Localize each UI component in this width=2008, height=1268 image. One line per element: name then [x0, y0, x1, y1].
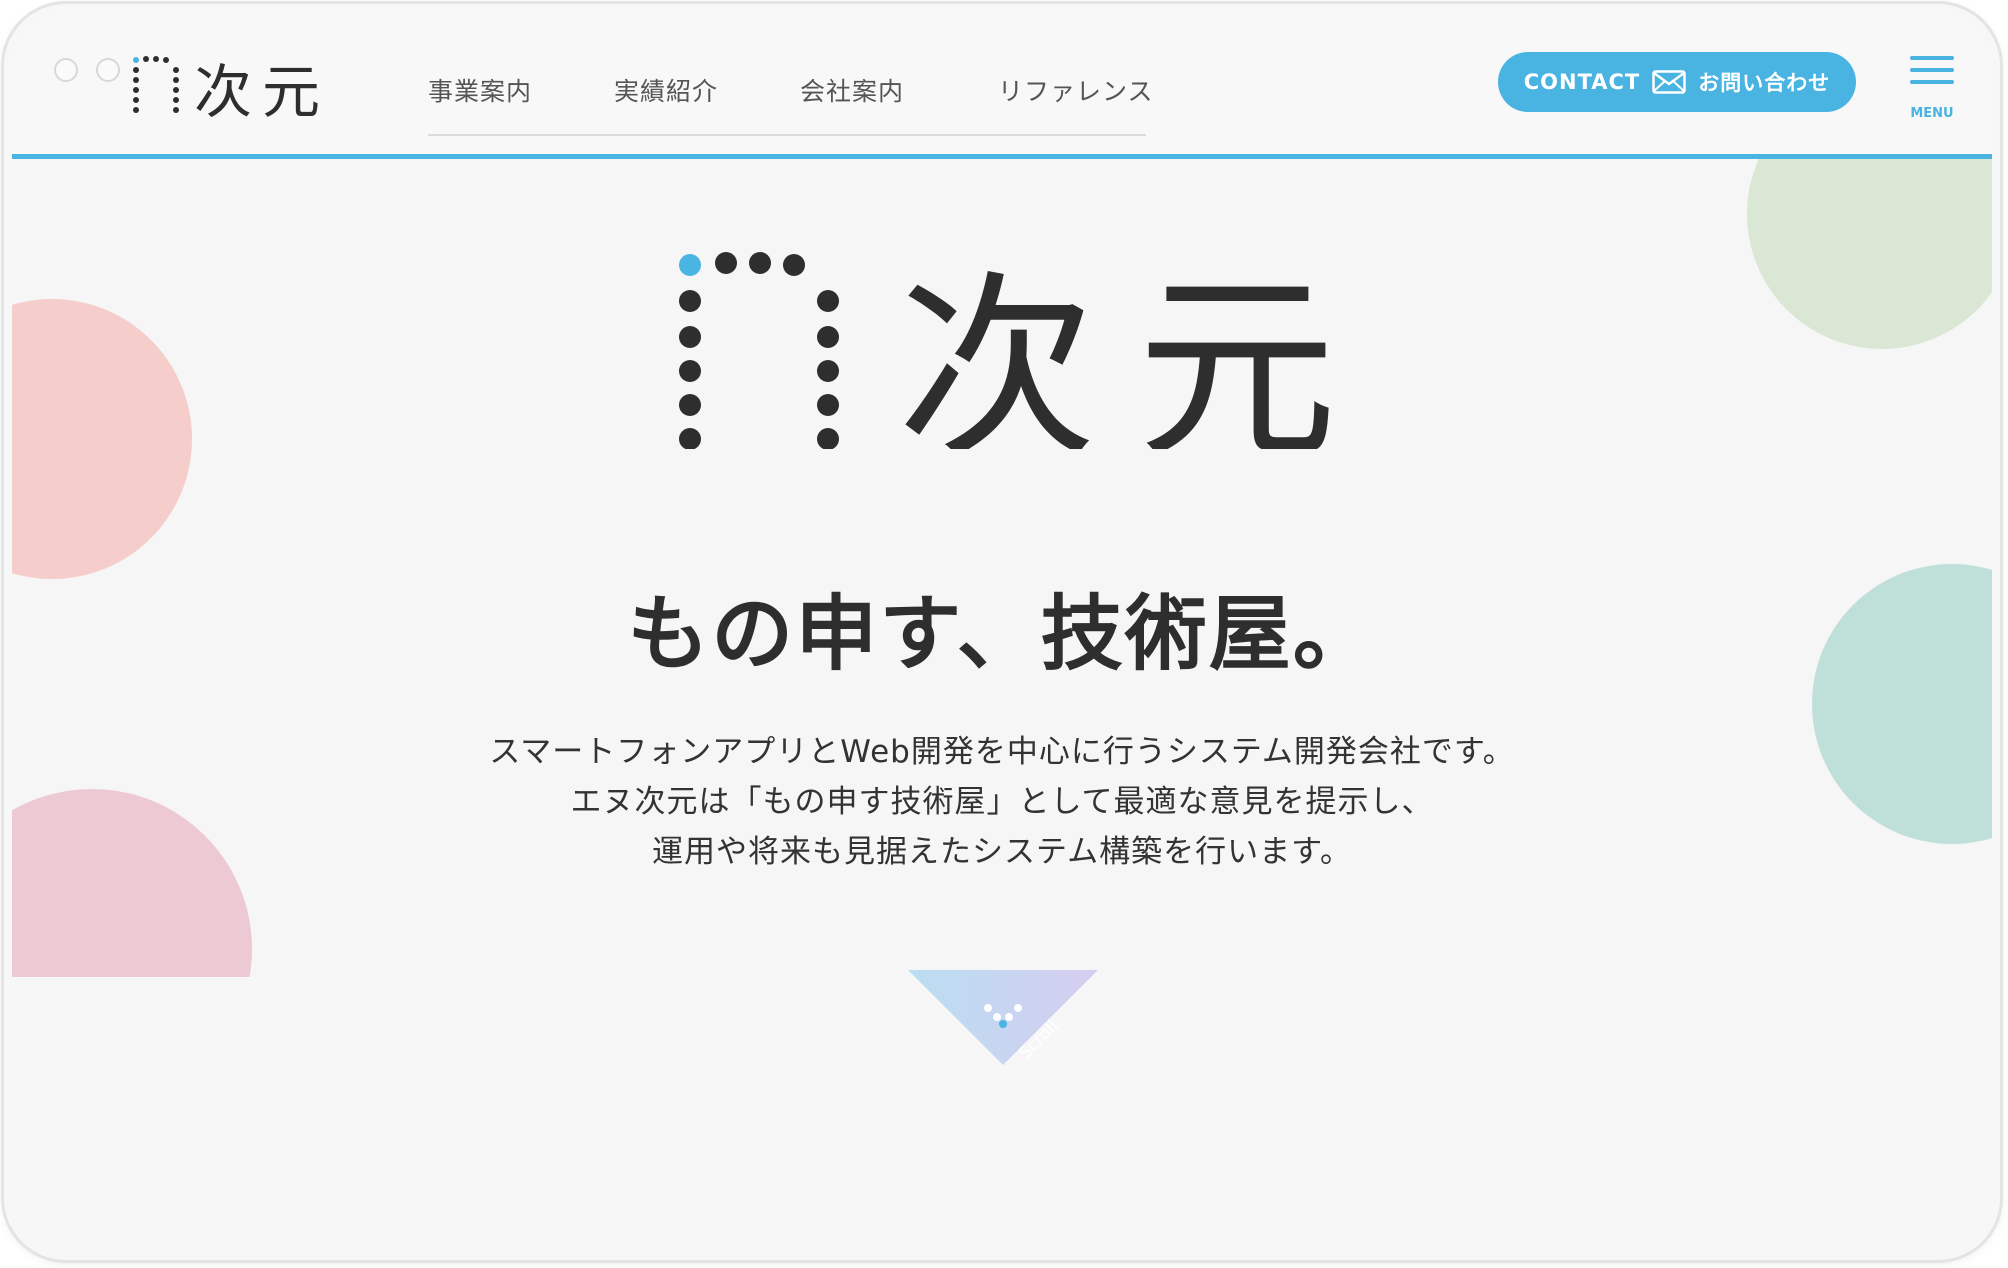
contact-button[interactable]: CONTACT お問い合わせ: [1498, 52, 1856, 112]
window-control-dot[interactable]: [96, 58, 120, 82]
device-frame: 次元 もの申す、技術屋。 スマートフォンアプリとWeb開発を中心に行うシステム開…: [4, 4, 2000, 1260]
nav-item-works[interactable]: 実績紹介: [614, 72, 718, 108]
contact-label-ja: お問い合わせ: [1698, 71, 1831, 95]
header-logo[interactable]: 次元: [130, 52, 340, 122]
hero-logo-text: 次元: [897, 254, 1362, 449]
mail-icon: [1652, 70, 1687, 94]
browser-viewport: 次元 もの申す、技術屋。 スマートフォンアプリとWeb開発を中心に行うシステム開…: [12, 12, 1992, 1252]
menu-label: MENU: [1910, 106, 1954, 121]
site-header: 次元 事業案内 実績紹介 会社案内 リファレンス CONTACT お問い合わせ: [12, 12, 1992, 159]
header-logo-text: 次元: [194, 58, 330, 122]
hero-description-line: エヌ次元は「もの申す技術屋」として最適な意見を提示し、: [570, 784, 1434, 820]
menu-button[interactable]: MENU: [1904, 56, 1964, 122]
dotted-n-logo-icon: [679, 252, 839, 449]
decor-circle-green: [1747, 159, 1992, 349]
hero-description: スマートフォンアプリとWeb開発を中心に行うシステム開発会社です。 エヌ次元は「…: [12, 727, 1992, 877]
hero-tagline: もの申す、技術屋。: [627, 587, 1377, 682]
window-control-dot[interactable]: [54, 58, 78, 82]
decor-circle-coral: [12, 299, 192, 579]
hero-description-line: スマートフォンアプリとWeb開発を中心に行うシステム開発会社です。: [489, 734, 1515, 770]
nav-item-reference[interactable]: リファレンス: [998, 72, 1154, 108]
contact-label-en: CONTACT: [1523, 70, 1641, 94]
scroll-indicator[interactable]: Scroll: [908, 970, 1108, 1080]
dotted-n-logo-icon: [133, 56, 179, 113]
main-nav: 事業案内 実績紹介 会社案内 リファレンス: [428, 68, 1153, 136]
hero-description-line: 運用や将来も見据えたシステム構築を行います。: [652, 834, 1352, 870]
nav-item-company[interactable]: 会社案内: [800, 72, 904, 108]
nav-item-business[interactable]: 事業案内: [428, 72, 532, 108]
hero-logo: 次元: [679, 252, 1362, 449]
hero-section: 次元 もの申す、技術屋。 スマートフォンアプリとWeb開発を中心に行うシステム開…: [12, 159, 1992, 977]
scroll-arrow-shape: [908, 970, 1098, 1065]
